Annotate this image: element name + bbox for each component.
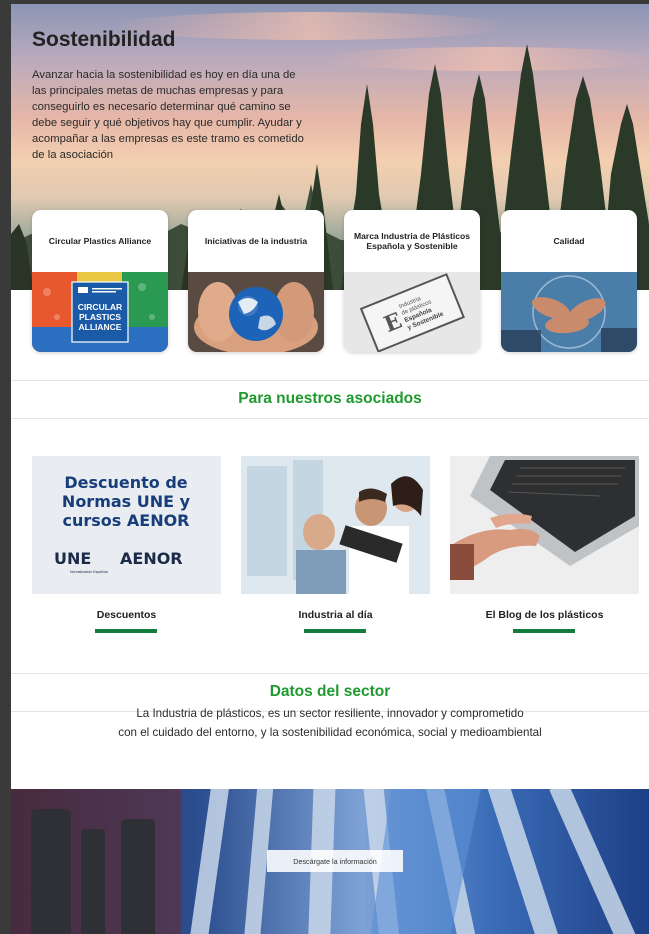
card-iniciativas[interactable]: Iniciativas de la industria [188, 210, 324, 352]
tile-blog[interactable] [450, 456, 639, 594]
hero-description: Avanzar hacia la sostenibilidad es hoy e… [32, 69, 304, 162]
card-calidad[interactable]: Calidad [501, 210, 637, 352]
promo-line: cursos AENOR [63, 511, 190, 530]
tile-industria-al-dia[interactable] [241, 456, 430, 594]
card-title: Marca Industria de Plásticos Española y … [353, 230, 471, 252]
tile-descuentos[interactable]: Descuento de Normas UNE y cursos AENOR U… [32, 456, 221, 594]
download-info-button[interactable]: Descárgate la información [267, 850, 403, 872]
sector-line-1: La Industria de plásticos, es un sector … [136, 707, 524, 720]
sector-heading: Datos del sector [269, 683, 391, 700]
card-title: Circular Plastics Alliance [48, 235, 152, 246]
tile-underline [513, 629, 575, 633]
associates-heading: Para nuestros asociados [238, 390, 422, 407]
card-marca-industria[interactable]: Marca Industria de Plásticos Española y … [344, 210, 480, 352]
cpa-logo-line: ALLIANCE [79, 322, 122, 332]
aenor-logo: AENOR [120, 549, 183, 568]
card-title: Iniciativas de la industria [204, 235, 308, 246]
tile-underline [304, 629, 366, 633]
card-title: Calidad [553, 235, 585, 246]
plastic-pellets-image: CIRCULAR PLASTICS ALLIANCE [32, 272, 168, 352]
promo-line: Descuento de [64, 473, 187, 492]
teamwork-hands-image [501, 272, 637, 352]
une-aenor-promo: Descuento de Normas UNE y cursos AENOR U… [54, 473, 191, 574]
une-logo-subtitle: Normalización Española [70, 570, 108, 574]
cpa-logo-line: PLASTICS [79, 312, 121, 322]
une-logo: UNE [54, 549, 91, 568]
section-divider [11, 418, 649, 419]
tile-label-descuentos[interactable]: Descuentos [32, 609, 221, 621]
laptop-typing-image [450, 456, 639, 594]
section-divider [11, 673, 649, 674]
sector-line-2: con el cuidado del entorno, y la sosteni… [118, 726, 542, 739]
tile-label-blog[interactable]: El Blog de los plásticos [450, 609, 639, 621]
hands-globe-image [188, 272, 324, 352]
sector-description: La Industria de plásticos, es un sector … [11, 704, 649, 742]
page: Sostenibilidad Avanzar hacia la sostenib… [11, 4, 649, 934]
promo-line: Normas UNE y [62, 492, 191, 511]
cpa-logo-line: CIRCULAR [78, 302, 122, 312]
section-divider [11, 380, 649, 381]
page-title: Sostenibilidad [32, 28, 176, 51]
tile-label-industria[interactable]: Industria al día [241, 609, 430, 621]
office-people-image [241, 456, 430, 594]
tile-underline [95, 629, 157, 633]
stamp-image: E Industria de plásticos Española y Sost… [344, 272, 480, 352]
card-circular-plastics-alliance[interactable]: Circular Plastics Alliance CIRCULAR PLAS… [32, 210, 168, 352]
